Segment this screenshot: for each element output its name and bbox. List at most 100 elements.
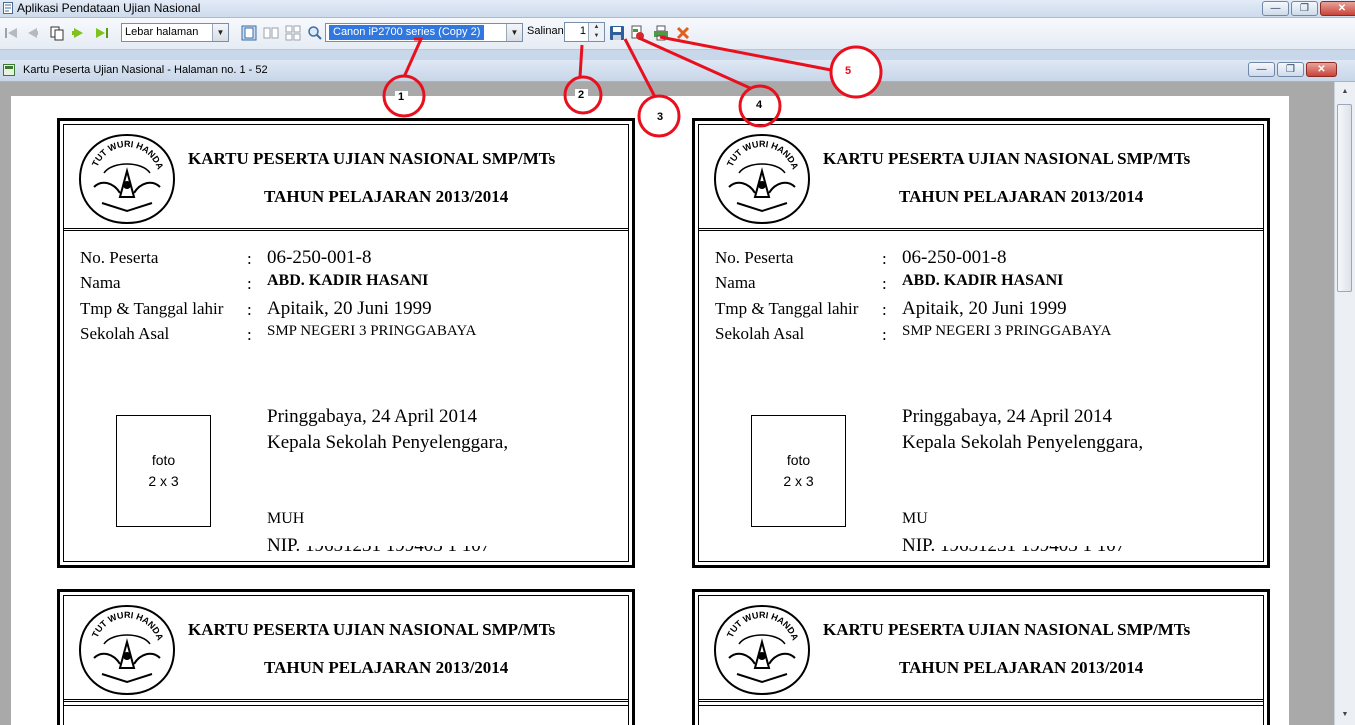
close-icon: ✕ [1337,3,1347,14]
app-title: Aplikasi Pendataan Ujian Nasional [17,1,201,15]
scrollbar-thumb[interactable] [1337,104,1352,292]
card-header: TUT WURI HANDAYANI KARTU PESERTA UJIAN N… [64,125,628,231]
vertical-scrollbar[interactable]: ▲ ▼ [1334,82,1355,725]
preview-page: TUT WURI HANDAYANI KARTU PESERTA UJIAN N… [11,96,1289,725]
field-value: ABD. KADIR HASANI [267,272,429,289]
signature-position: Kepala Sekolah Penyelenggara, [267,432,509,453]
close-icon[interactable] [675,25,691,41]
window-controls: — ❐ ✕ [1262,1,1355,16]
photo-placeholder: foto 2 x 3 [751,415,846,527]
field-label: Nama [80,273,121,292]
participant-card: TUT WURI HANDAYANI KARTU PESERTA UJIAN N… [57,589,635,725]
zoom-select[interactable]: Lebar halaman ▼ [121,23,229,42]
card-heading: KARTU PESERTA UJIAN NASIONAL SMP/MTs [188,620,556,639]
card-heading: KARTU PESERTA UJIAN NASIONAL SMP/MTs [823,149,1191,168]
scroll-up-icon[interactable]: ▲ [1337,85,1353,99]
copies-value[interactable]: 1 [580,25,586,37]
field-value: Apitaik, 20 Juni 1999 [902,298,1067,319]
maximize-button[interactable]: ❐ [1291,1,1318,16]
card-header: TUT WURI HANDAYANI KARTU PESERTA UJIAN N… [699,125,1263,231]
export-icon[interactable] [630,25,646,41]
close-icon: ✕ [1317,64,1326,75]
last-page-icon[interactable] [94,25,110,41]
document-window-controls: — ❐ ✕ [1248,62,1337,77]
card-divider [64,705,628,706]
nip-redaction [939,537,1189,546]
field-colon: : [882,325,887,344]
card-heading: KARTU PESERTA UJIAN NASIONAL SMP/MTs [188,149,556,168]
photo-size: 2 x 3 [148,473,179,489]
card-subheading: TAHUN PELAJARAN 2013/2014 [899,187,1144,206]
single-page-icon[interactable] [241,25,257,41]
app-title-bar: Aplikasi Pendataan Ujian Nasional — ❐ ✕ [0,0,1355,18]
photo-size: 2 x 3 [783,473,814,489]
participant-card: TUT WURI HANDAYANI KARTU PESERTA UJIAN N… [57,118,635,568]
document-icon [3,64,15,76]
tut-wuri-handayani-logo-icon: TUT WURI HANDAYANI [709,602,811,696]
copies-spin-buttons[interactable]: ▲ ▼ [588,23,604,41]
card-heading: KARTU PESERTA UJIAN NASIONAL SMP/MTs [823,620,1191,639]
card-inner: TUT WURI HANDAYANI KARTU PESERTA UJIAN N… [63,124,629,562]
chevron-down-icon[interactable]: ▼ [212,24,228,41]
card-inner: TUT WURI HANDAYANI KARTU PESERTA UJIAN N… [698,595,1264,725]
copies-stepper[interactable]: 1 ▲ ▼ [564,22,605,42]
document-title: Kartu Peserta Ujian Nasional - Halaman n… [23,64,268,76]
field-colon: : [247,249,252,268]
signature-place-date: Pringgabaya, 24 April 2014 [902,406,1113,427]
zoom-icon[interactable] [307,25,323,41]
preview-toolbar: Lebar halaman ▼ Canon iP2700 series (Cop… [0,18,1355,50]
first-page-icon[interactable] [3,25,19,41]
minimize-icon: — [1270,3,1281,14]
copy-page-icon[interactable] [49,25,65,41]
field-label: Sekolah Asal [80,324,170,343]
document-close-button[interactable]: ✕ [1306,62,1337,77]
tut-wuri-handayani-logo-icon: TUT WURI HANDAYANI [74,602,176,696]
photo-placeholder: foto 2 x 3 [116,415,211,527]
participant-card: TUT WURI HANDAYANI KARTU PESERTA UJIAN N… [692,589,1270,725]
document-minimize-button[interactable]: — [1248,62,1275,77]
scroll-down-icon[interactable]: ▼ [1337,708,1353,722]
field-label: Nama [715,273,756,292]
tut-wuri-handayani-logo-icon: TUT WURI HANDAYANI [709,131,811,225]
two-page-icon[interactable] [263,25,279,41]
document-title-bar: Kartu Peserta Ujian Nasional - Halaman n… [0,60,1355,82]
signer-name: MUH [267,510,305,527]
minimize-button[interactable]: — [1262,1,1289,16]
field-label: No. Peserta [80,248,159,267]
photo-label: foto [151,452,176,468]
save-icon[interactable] [609,25,625,41]
printer-select-value: Canon iP2700 series (Copy 2) [329,25,485,40]
field-value: SMP NEGERI 3 PRINGGABAYA [902,323,1112,339]
print-icon[interactable] [653,25,669,41]
close-window-button[interactable]: ✕ [1320,1,1355,16]
chevron-down-icon[interactable]: ▼ [506,24,522,41]
document-maximize-button[interactable]: ❐ [1277,62,1304,77]
card-subheading: TAHUN PELAJARAN 2013/2014 [264,658,509,677]
nip-redaction [304,537,554,546]
printer-select[interactable]: Canon iP2700 series (Copy 2) ▼ [325,23,523,42]
card-header: TUT WURI HANDAYANI KARTU PESERTA UJIAN N… [699,596,1263,702]
field-colon: : [247,325,252,344]
field-value: Apitaik, 20 Juni 1999 [267,298,432,319]
card-subheading: TAHUN PELAJARAN 2013/2014 [899,658,1144,677]
prev-page-icon[interactable] [24,25,40,41]
multi-page-icon[interactable] [285,25,301,41]
maximize-icon: ❐ [1300,3,1309,14]
spin-down-icon[interactable]: ▼ [589,32,604,41]
tut-wuri-handayani-logo-icon: TUT WURI HANDAYANI [74,131,176,225]
field-colon: : [882,300,887,319]
card-header: TUT WURI HANDAYANI KARTU PESERTA UJIAN N… [64,596,628,702]
next-page-icon[interactable] [71,25,87,41]
field-colon: : [247,274,252,293]
maximize-icon: ❐ [1286,64,1295,75]
preview-canvas[interactable]: TUT WURI HANDAYANI KARTU PESERTA UJIAN N… [0,82,1334,725]
app-icon [3,2,13,14]
field-value: 06-250-001-8 [267,247,372,268]
card-subheading: TAHUN PELAJARAN 2013/2014 [264,187,509,206]
field-label: Tmp & Tanggal lahir [715,299,859,318]
card-inner: TUT WURI HANDAYANI KARTU PESERTA UJIAN N… [698,124,1264,562]
field-colon: : [247,300,252,319]
field-label: Tmp & Tanggal lahir [80,299,224,318]
field-value: SMP NEGERI 3 PRINGGABAYA [267,323,477,339]
spin-up-icon[interactable]: ▲ [589,23,604,32]
